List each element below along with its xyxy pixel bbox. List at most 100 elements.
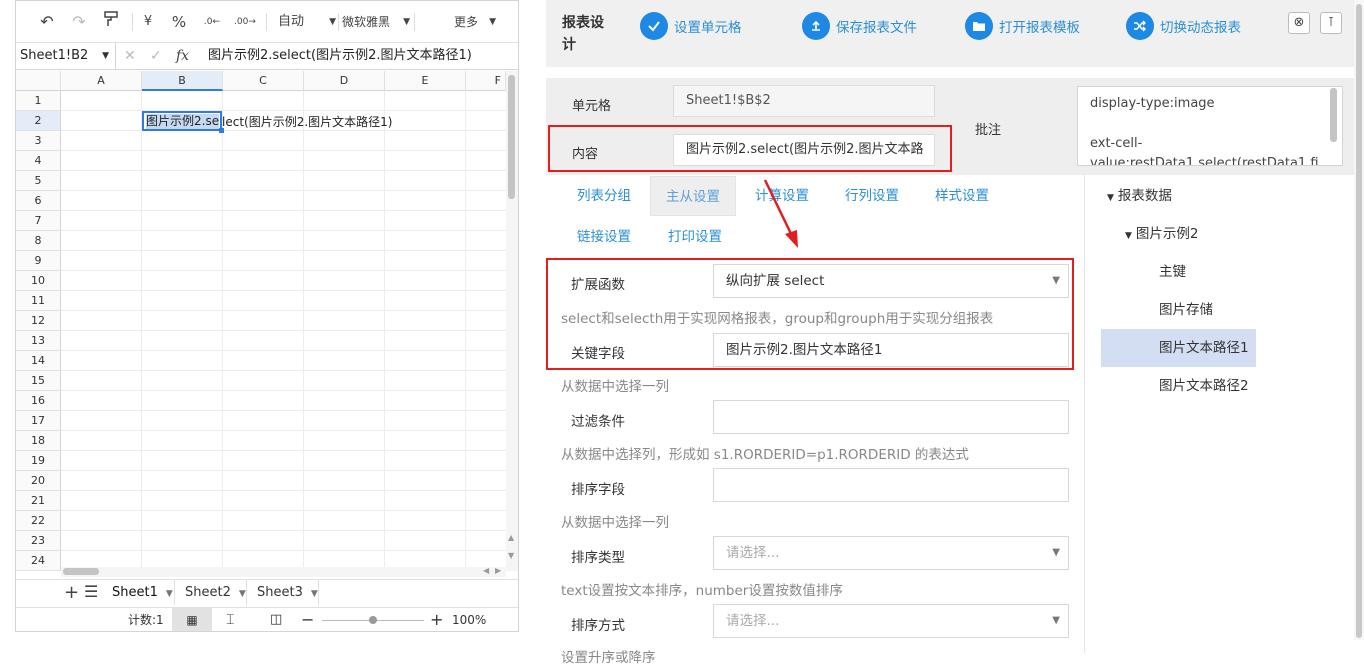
cell-b2[interactable]: 图片示例2.se [142, 111, 224, 133]
row-header[interactable]: 4 [16, 151, 61, 171]
close-icon[interactable]: ⊗ [1288, 12, 1310, 34]
save-report-button[interactable]: 保存报表文件 [802, 11, 917, 41]
zoom-out-icon[interactable]: − [301, 608, 314, 631]
formula-input[interactable]: 图片示例2.select(图片示例2.图片文本路径1) [208, 43, 472, 69]
sheet-tab-3[interactable]: Sheet3 ▼ [247, 580, 319, 606]
tree-node-root[interactable]: ▼ 报表数据 [1107, 177, 1172, 215]
row-header[interactable]: 21 [16, 491, 61, 511]
panel-scrollbar[interactable] [1354, 0, 1364, 640]
grid-row[interactable] [61, 291, 506, 311]
row-header[interactable]: 11 [16, 291, 61, 311]
tree-leaf[interactable]: 图片存储 [1159, 291, 1213, 329]
grid-row[interactable] [61, 451, 506, 471]
grid-row[interactable] [61, 131, 506, 151]
format-painter-icon[interactable] [100, 11, 122, 33]
more-button[interactable]: 更多 ▼ [454, 11, 498, 33]
scroll-down-icon[interactable]: ▼ [508, 551, 514, 560]
tab-list-group[interactable]: 列表分组 [562, 176, 646, 216]
note-scrollbar-thumb[interactable] [1330, 88, 1337, 142]
note-textarea[interactable]: display-type:image ext-cell- value:restD… [1077, 86, 1343, 166]
grid-row[interactable] [61, 351, 506, 371]
tab-print[interactable]: 打印设置 [653, 217, 737, 257]
scroll-right-icon[interactable]: ▶ [495, 566, 501, 575]
cell-grid[interactable]: A B C D E F 1 2 3 4 5 6 7 8 9 10 11 12 13 14 15 16 17 18 1… [16, 71, 518, 571]
row-header[interactable]: 3 [16, 131, 61, 151]
normal-view-icon[interactable]: ▦ [172, 608, 212, 631]
tab-calculation[interactable]: 计算设置 [740, 176, 824, 216]
page-layout-view-icon[interactable]: ◫ [270, 608, 282, 631]
undo-icon[interactable]: ↶ [36, 11, 58, 33]
row-header[interactable]: 6 [16, 191, 61, 211]
grid-row[interactable] [61, 391, 506, 411]
zoom-slider-handle[interactable] [369, 616, 377, 624]
grid-row[interactable] [61, 171, 506, 191]
zoom-in-icon[interactable]: + [430, 608, 443, 631]
row-header[interactable]: 10 [16, 271, 61, 291]
pin-icon[interactable]: ⊺ [1320, 12, 1342, 34]
tab-link[interactable]: 链接设置 [562, 217, 646, 257]
column-header-b[interactable]: B [142, 71, 223, 91]
scroll-up-icon[interactable]: ▲ [508, 533, 514, 542]
corner-cell[interactable] [16, 71, 61, 91]
filter-input[interactable] [713, 400, 1069, 434]
fx-icon[interactable]: fx [176, 43, 189, 69]
switch-dynamic-button[interactable]: 切换动态报表 [1126, 11, 1241, 41]
scrollbar-thumb[interactable] [1356, 4, 1362, 638]
increase-decimal-button[interactable]: .0← [200, 11, 224, 33]
name-box[interactable]: Sheet1!B2 ▼ [16, 43, 116, 69]
tree-leaf[interactable]: 图片文本路径2 [1159, 367, 1249, 405]
number-format-select[interactable]: 自动 ▼ [272, 11, 338, 33]
sort-field-input[interactable] [713, 468, 1069, 502]
row-header[interactable]: 24 [16, 551, 61, 571]
tree-leaf[interactable]: 主键 [1159, 253, 1186, 291]
row-header[interactable]: 17 [16, 411, 61, 431]
sort-type-select[interactable]: 请选择... ▼ [713, 536, 1069, 570]
grid-row[interactable] [61, 331, 506, 351]
column-header-e[interactable]: E [385, 71, 466, 91]
tab-style[interactable]: 样式设置 [920, 176, 1004, 216]
row-header[interactable]: 8 [16, 231, 61, 251]
row-header[interactable]: 19 [16, 451, 61, 471]
row-header[interactable]: 2 [16, 111, 61, 131]
row-header[interactable]: 12 [16, 311, 61, 331]
grid-row[interactable] [61, 251, 506, 271]
grid-row[interactable] [61, 491, 506, 511]
row-header[interactable]: 5 [16, 171, 61, 191]
decrease-decimal-button[interactable]: .00→ [232, 11, 258, 33]
grid-row[interactable] [61, 271, 506, 291]
row-header[interactable]: 7 [16, 211, 61, 231]
tab-master-detail[interactable]: 主从设置 [650, 176, 736, 216]
grid-row[interactable] [61, 151, 506, 171]
redo-icon[interactable]: ↷ [68, 11, 90, 33]
add-sheet-icon[interactable]: + [64, 582, 79, 603]
grid-row[interactable] [61, 471, 506, 491]
sheet-tab-2[interactable]: Sheet2 ▼ [175, 580, 247, 606]
scrollbar-thumb[interactable] [508, 75, 515, 199]
open-template-button[interactable]: 打开报表模板 [965, 11, 1080, 41]
percent-button[interactable]: % [168, 11, 190, 33]
grid-row[interactable] [61, 231, 506, 251]
grid-row[interactable] [61, 91, 506, 111]
grid-row[interactable] [61, 211, 506, 231]
grid-row[interactable] [61, 311, 506, 331]
scroll-left-icon[interactable]: ◀ [483, 566, 489, 575]
row-header[interactable]: 22 [16, 511, 61, 531]
font-family-select[interactable]: 微软雅黑 ▼ [342, 11, 410, 33]
tree-leaf-selected[interactable]: 图片文本路径1 [1101, 329, 1256, 367]
row-header[interactable]: 14 [16, 351, 61, 371]
sheet-tab-1[interactable]: Sheet1 ▼ [102, 580, 175, 606]
confirm-icon[interactable]: ✓ [150, 43, 162, 69]
row-header[interactable]: 15 [16, 371, 61, 391]
row-header[interactable]: 16 [16, 391, 61, 411]
tab-row-column[interactable]: 行列设置 [830, 176, 914, 216]
sort-order-select[interactable]: 请选择... ▼ [713, 604, 1069, 638]
cancel-icon[interactable]: ✕ [124, 43, 136, 69]
vertical-scrollbar[interactable]: ▲ ▼ [506, 71, 518, 571]
row-header[interactable]: 9 [16, 251, 61, 271]
row-header[interactable]: 20 [16, 471, 61, 491]
row-header[interactable]: 13 [16, 331, 61, 351]
tree-node-dataset[interactable]: ▼ 图片示例2 [1125, 215, 1199, 253]
currency-button[interactable]: ¥ [138, 11, 158, 33]
scrollbar-thumb[interactable] [63, 568, 99, 575]
row-header[interactable]: 23 [16, 531, 61, 551]
